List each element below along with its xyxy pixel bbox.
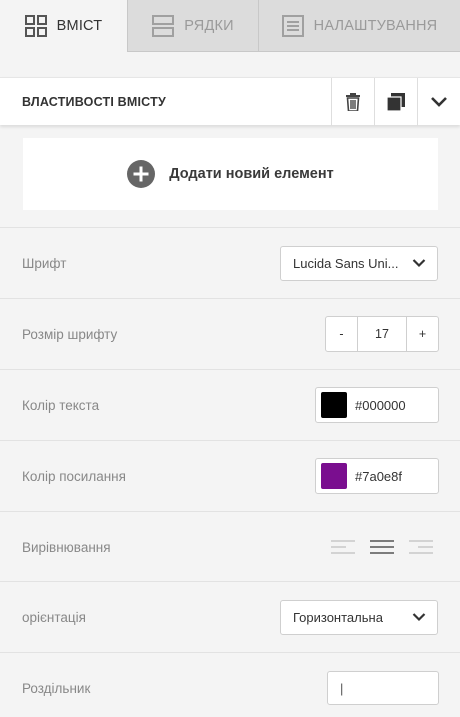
delete-button[interactable] — [331, 77, 374, 126]
plus-circle-icon — [127, 160, 156, 188]
font-value: Lucida Sans Uni... — [293, 255, 399, 271]
font-label: Шрифт — [22, 255, 67, 271]
duplicate-button[interactable] — [374, 77, 417, 126]
section-title: ВЛАСТИВОСТІ ВМІСТУ — [22, 94, 166, 109]
orientation-value: Горизонтальна — [293, 609, 383, 625]
separator-row: Роздільник | — [0, 652, 460, 717]
font-select[interactable]: Lucida Sans Uni... — [280, 245, 438, 281]
font-size-value[interactable]: 17 — [357, 317, 407, 351]
font-size-row: Розмір шрифту - 17 + — [0, 298, 460, 369]
decrement-button[interactable]: - — [326, 317, 357, 351]
text-color-value: #000000 — [355, 397, 406, 413]
tab-content[interactable]: ВМІСТ — [0, 0, 128, 52]
add-element-label: Додати новий елемент — [169, 166, 334, 182]
tab-settings[interactable]: НАЛАШТУВАННЯ — [259, 0, 460, 52]
text-color-field[interactable]: #000000 — [315, 387, 439, 423]
link-color-label: Колір посилання — [22, 468, 126, 484]
link-color-value: #7a0e8f — [355, 468, 402, 484]
orientation-select[interactable]: Горизонтальна — [280, 599, 438, 635]
duplicate-icon — [387, 92, 405, 111]
separator-input[interactable]: | — [327, 671, 439, 705]
alignment-label: Вирівнювання — [22, 539, 111, 555]
chevron-down-icon — [431, 96, 447, 107]
tab-content-label: ВМІСТ — [56, 18, 103, 34]
settings-panel-icon — [281, 14, 304, 37]
align-right-icon[interactable] — [408, 539, 434, 555]
link-color-field[interactable]: #7a0e8f — [315, 458, 439, 494]
link-color-swatch[interactable] — [321, 463, 347, 489]
orientation-row: орієнтація Горизонтальна — [0, 581, 460, 652]
collapse-button[interactable] — [417, 77, 460, 126]
content-properties-header: ВЛАСТИВОСТІ ВМІСТУ — [0, 77, 460, 126]
align-center-icon[interactable] — [369, 539, 395, 555]
add-element-button[interactable]: Додати новий елемент — [23, 138, 438, 210]
chevron-down-icon — [412, 612, 426, 621]
tab-rows-label: РЯДКИ — [184, 17, 234, 34]
alignment-row: Вирівнювання — [0, 511, 460, 582]
font-row: Шрифт Lucida Sans Uni... — [0, 227, 460, 298]
orientation-label: орієнтація — [22, 609, 86, 625]
increment-button[interactable]: + — [407, 317, 438, 351]
text-color-label: Колір текста — [22, 397, 100, 413]
font-size-stepper: - 17 + — [325, 316, 439, 352]
grid-icon — [24, 15, 47, 37]
rows-icon — [152, 14, 175, 37]
tab-settings-label: НАЛАШТУВАННЯ — [313, 17, 438, 34]
tab-bar: ВМІСТ РЯДКИ НАЛАШТУВАННЯ — [0, 0, 460, 52]
align-left-icon[interactable] — [330, 539, 356, 555]
trash-icon — [346, 92, 360, 111]
tab-rows[interactable]: РЯДКИ — [128, 0, 259, 52]
chevron-down-icon — [412, 258, 426, 267]
link-color-row: Колір посилання #7a0e8f — [0, 440, 460, 511]
separator-value: | — [340, 680, 344, 696]
text-color-row: Колір текста #000000 — [0, 369, 460, 440]
separator-label: Роздільник — [22, 680, 91, 696]
font-size-label: Розмір шрифту — [22, 326, 118, 342]
alignment-options — [330, 539, 434, 555]
text-color-swatch[interactable] — [321, 392, 347, 418]
